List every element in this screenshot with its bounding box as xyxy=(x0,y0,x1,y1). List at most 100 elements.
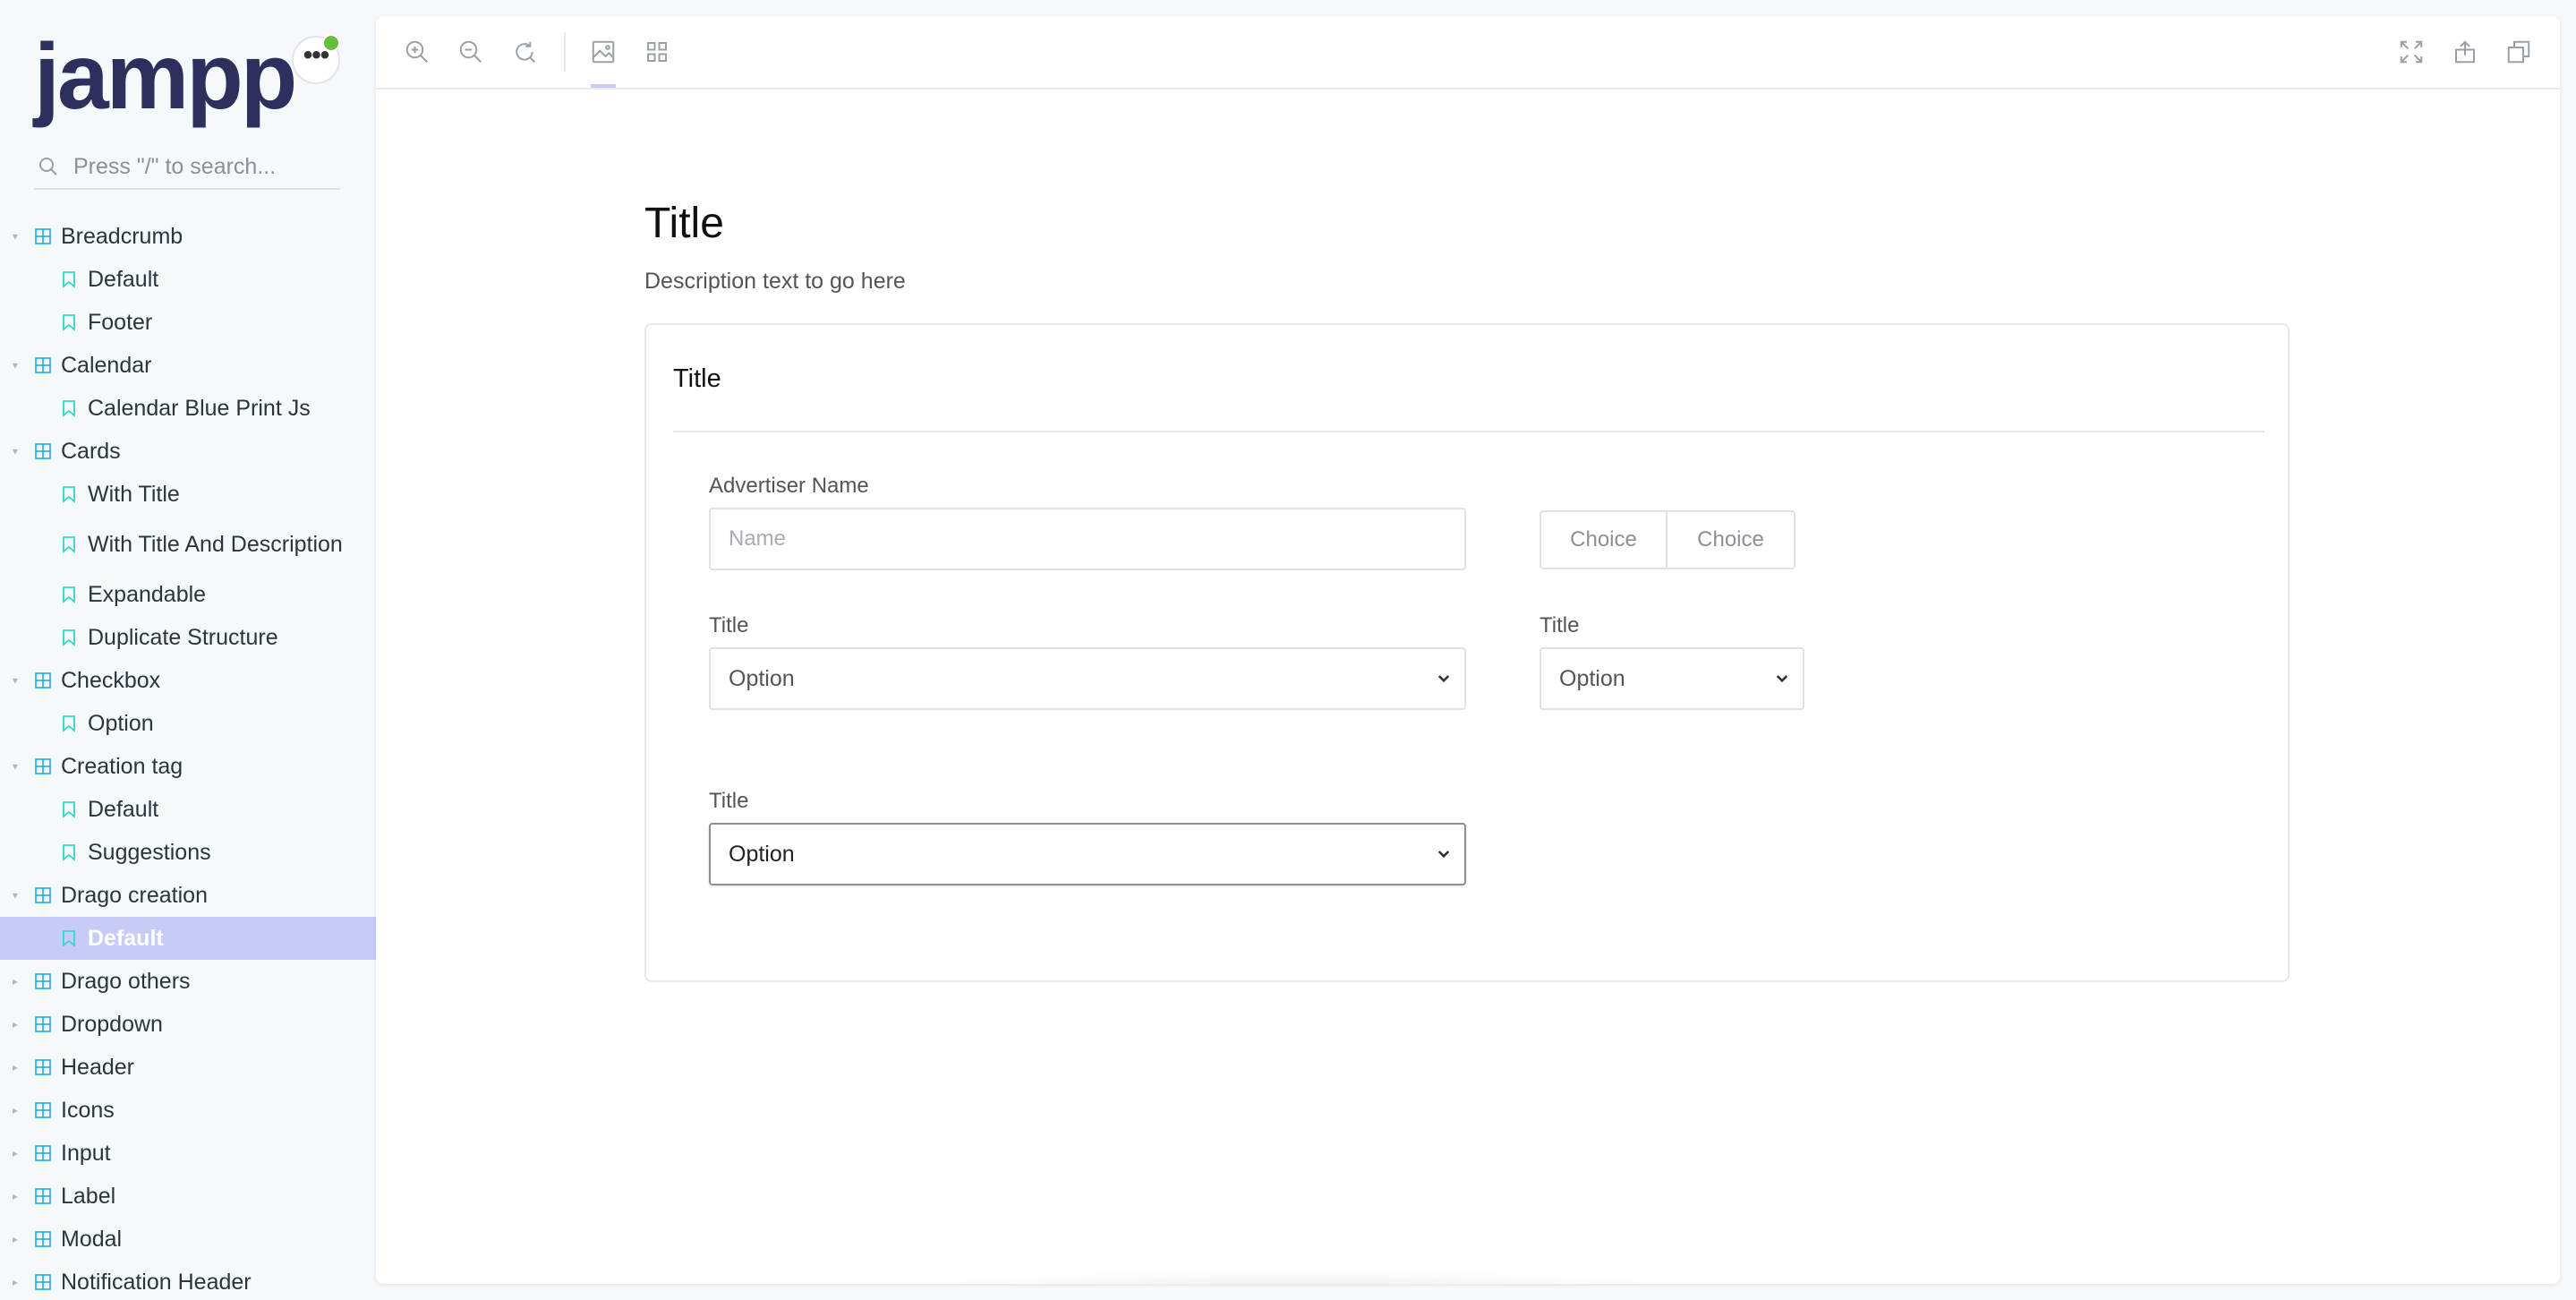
select-3-value: Option xyxy=(729,841,795,867)
component-icon xyxy=(35,1016,51,1032)
zoom-out-icon xyxy=(459,40,482,63)
select-1[interactable]: Option xyxy=(709,647,1466,710)
bookmark-icon xyxy=(63,801,75,818)
caret-down-icon: ▾ xyxy=(13,674,19,687)
caret-right-icon: ▸ xyxy=(13,1190,19,1202)
advertiser-name-input[interactable] xyxy=(709,508,1466,570)
sidebar: jampp ••• ▾ Breadcrumb Default Footer ▾ Calen… xyxy=(0,0,376,1300)
zoom-in-button[interactable] xyxy=(401,36,433,68)
choice-button-1[interactable]: Choice xyxy=(1540,510,1668,569)
bookmark-icon xyxy=(63,271,75,288)
card-divider xyxy=(673,431,2265,432)
form-card: Title Advertiser Name Choice Choice Titl… xyxy=(644,323,2290,982)
sidebar-item-label: Label xyxy=(61,1183,116,1209)
share-icon xyxy=(2455,40,2475,64)
caret-right-icon: ▸ xyxy=(13,1147,19,1159)
sidebar-item-label: With Title xyxy=(88,482,180,507)
story-title: Title xyxy=(644,200,724,247)
preview-panel: Title Description text to go here Title … xyxy=(376,16,2560,1284)
fullscreen-button[interactable] xyxy=(2395,36,2427,68)
jampp-logo[interactable]: jampp xyxy=(34,27,297,127)
sidebar-group[interactable]: ▾ Creation tag xyxy=(0,745,376,788)
sidebar-story[interactable]: Footer xyxy=(0,301,376,344)
sidebar-item-label: Drago others xyxy=(61,968,191,994)
sidebar-group[interactable]: ▸ Input xyxy=(0,1132,376,1175)
copy-button[interactable] xyxy=(2503,36,2535,68)
sidebar-story[interactable]: Default xyxy=(0,258,376,301)
chevron-down-icon xyxy=(1776,675,1788,683)
caret-down-icon: ▾ xyxy=(13,359,19,372)
sidebar-item-label: Modal xyxy=(61,1226,123,1252)
sidebar-group[interactable]: ▾ Checkbox xyxy=(0,659,376,702)
sidebar-story[interactable]: Duplicate Structure xyxy=(0,616,376,659)
sidebar-item-label: Cards xyxy=(61,438,121,464)
sidebar-item-label: Drago creation xyxy=(61,882,208,908)
component-icon xyxy=(35,1059,51,1075)
fullscreen-icon xyxy=(2400,40,2423,64)
sidebar-story[interactable]: Suggestions xyxy=(0,831,376,874)
choice-group: Choice Choice xyxy=(1540,510,1796,569)
toolbar-separator xyxy=(564,32,566,72)
sidebar-story[interactable]: With Title And Description xyxy=(0,516,376,573)
sidebar-item-label: Suggestions xyxy=(88,840,211,865)
component-icon xyxy=(35,357,51,373)
select-3[interactable]: Option xyxy=(709,823,1466,885)
sidebar-item-label: Calendar Blue Print Js xyxy=(88,396,311,421)
sidebar-item-label: Dropdown xyxy=(61,1011,163,1037)
caret-down-icon: ▾ xyxy=(13,230,19,243)
active-tab-indicator xyxy=(591,84,616,88)
caret-right-icon: ▸ xyxy=(13,1104,19,1116)
addons-panel-shadow xyxy=(895,1270,1701,1284)
menu-button[interactable]: ••• xyxy=(292,34,340,84)
grid-icon xyxy=(647,42,667,62)
sidebar-group[interactable]: ▸ Header xyxy=(0,1046,376,1089)
card-title: Title xyxy=(673,364,721,393)
search-input[interactable] xyxy=(73,153,324,180)
sidebar-group[interactable]: ▸ Label xyxy=(0,1175,376,1218)
sidebar-story[interactable]: Option xyxy=(0,702,376,745)
component-icon xyxy=(35,1145,51,1161)
zoom-out-button[interactable] xyxy=(455,36,487,68)
grid-view-button[interactable] xyxy=(641,36,673,68)
sidebar-group[interactable]: ▸ Icons xyxy=(0,1089,376,1132)
sidebar-group[interactable]: ▸ Dropdown xyxy=(0,1003,376,1046)
sidebar-item-label: Default xyxy=(88,267,159,292)
sidebar-item-label: Calendar xyxy=(61,352,152,378)
bookmark-icon xyxy=(63,629,75,646)
sidebar-group[interactable]: ▾ Calendar xyxy=(0,344,376,387)
search-icon xyxy=(39,158,57,175)
sidebar-story[interactable]: Expandable xyxy=(0,573,376,616)
caret-right-icon: ▸ xyxy=(13,1233,19,1245)
sidebar-group[interactable]: ▾ Drago creation xyxy=(0,874,376,917)
sidebar-group[interactable]: ▸ Notification Header xyxy=(0,1261,376,1300)
bookmark-icon xyxy=(63,486,75,503)
sidebar-story[interactable]: Default xyxy=(0,788,376,831)
share-button[interactable] xyxy=(2449,36,2481,68)
select-2[interactable]: Option xyxy=(1540,647,1804,710)
component-icon xyxy=(35,1274,51,1290)
copy-icon xyxy=(2507,40,2530,64)
canvas-tab-button[interactable] xyxy=(587,36,619,68)
caret-right-icon: ▸ xyxy=(13,1018,19,1031)
select-2-value: Option xyxy=(1559,665,1625,691)
sidebar-item-label: Expandable xyxy=(88,582,207,607)
sidebar-item-label: Default xyxy=(88,926,164,951)
chevron-down-icon xyxy=(1437,675,1450,683)
status-indicator xyxy=(322,34,340,52)
chevron-down-icon xyxy=(1437,851,1450,859)
sidebar-group[interactable]: ▸ Drago others xyxy=(0,960,376,1003)
sidebar-story[interactable]: With Title xyxy=(0,473,376,516)
sidebar-group[interactable]: ▾ Cards xyxy=(0,430,376,473)
sidebar-item-label: Option xyxy=(88,711,154,736)
sidebar-story[interactable]: Calendar Blue Print Js xyxy=(0,387,376,430)
caret-right-icon: ▸ xyxy=(13,1276,19,1288)
choice-button-2[interactable]: Choice xyxy=(1668,510,1796,569)
sidebar-item-label: Creation tag xyxy=(61,753,183,779)
sidebar-group[interactable]: ▸ Modal xyxy=(0,1218,376,1261)
zoom-in-icon xyxy=(405,40,428,63)
reset-zoom-button[interactable] xyxy=(508,36,541,68)
sidebar-story[interactable]: Default xyxy=(0,917,376,960)
image-icon xyxy=(592,40,615,64)
sidebar-group[interactable]: ▾ Breadcrumb xyxy=(0,215,376,258)
story-description: Description text to go here xyxy=(644,269,906,294)
